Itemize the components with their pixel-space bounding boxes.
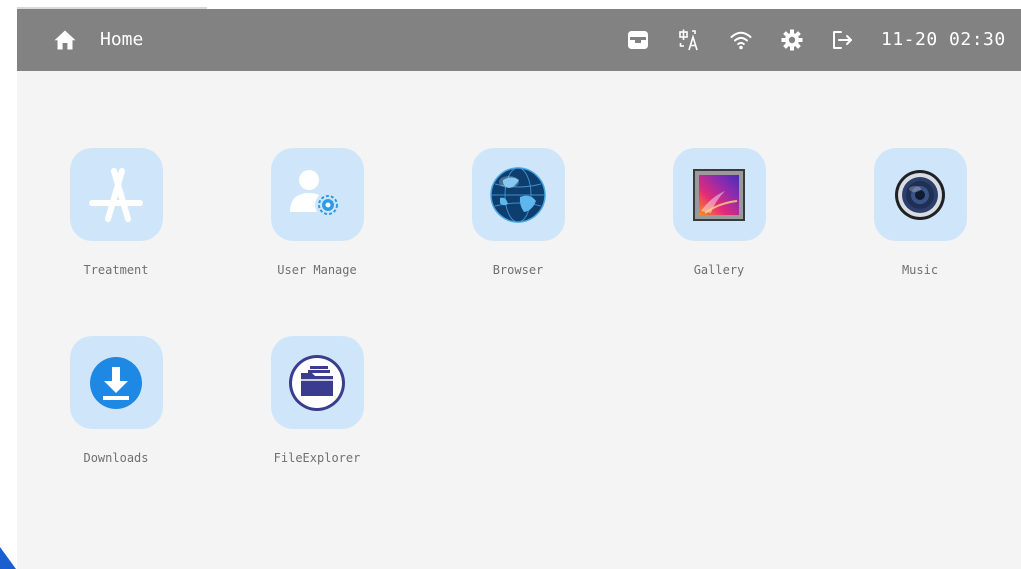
app-store-icon [89, 167, 143, 222]
app-file-explorer[interactable]: FileExplorer [247, 336, 387, 465]
app-downloads[interactable]: Downloads [46, 336, 186, 465]
app-treatment[interactable]: Treatment [46, 148, 186, 277]
top-edge [0, 0, 1021, 9]
tray-icon[interactable] [626, 28, 650, 52]
app-label: Gallery [693, 263, 745, 277]
folder-icon [289, 354, 345, 411]
app-tile[interactable] [69, 336, 163, 429]
app-music[interactable]: Music [850, 148, 990, 277]
logout-icon[interactable] [830, 28, 854, 52]
app-user-manage[interactable]: User Manage [247, 148, 387, 277]
top-status-bar: Home 11-20 02:30 [17, 9, 1021, 71]
app-gallery[interactable]: Gallery [649, 148, 789, 277]
app-label: User Manage [277, 263, 357, 277]
home-screen: Home 11-20 02:30 Treatment User Manage B… [17, 9, 1021, 569]
app-label: Music [901, 263, 939, 277]
globe-icon [490, 166, 546, 223]
app-tile[interactable] [471, 148, 565, 241]
left-edge [0, 0, 17, 569]
app-tile[interactable] [873, 148, 967, 241]
page-title: Home [100, 29, 144, 50]
app-tile[interactable] [270, 336, 364, 429]
gear-icon[interactable] [780, 28, 804, 52]
clock: 11-20 02:30 [881, 29, 1006, 50]
wifi-icon[interactable] [729, 28, 753, 52]
user-settings-icon [290, 169, 341, 218]
app-label: FileExplorer [273, 451, 361, 465]
app-browser[interactable]: Browser [448, 148, 588, 277]
speaker-icon [895, 169, 945, 220]
home-icon[interactable] [53, 28, 77, 52]
app-tile[interactable] [69, 148, 163, 241]
app-label: Treatment [83, 263, 149, 277]
picture-icon [693, 168, 745, 221]
app-label: Browser [492, 263, 544, 277]
app-tile[interactable] [672, 148, 766, 241]
app-tile[interactable] [270, 148, 364, 241]
language-icon[interactable] [677, 28, 701, 52]
download-icon [90, 356, 142, 409]
app-label: Downloads [83, 451, 149, 465]
corner-accent [0, 547, 16, 569]
